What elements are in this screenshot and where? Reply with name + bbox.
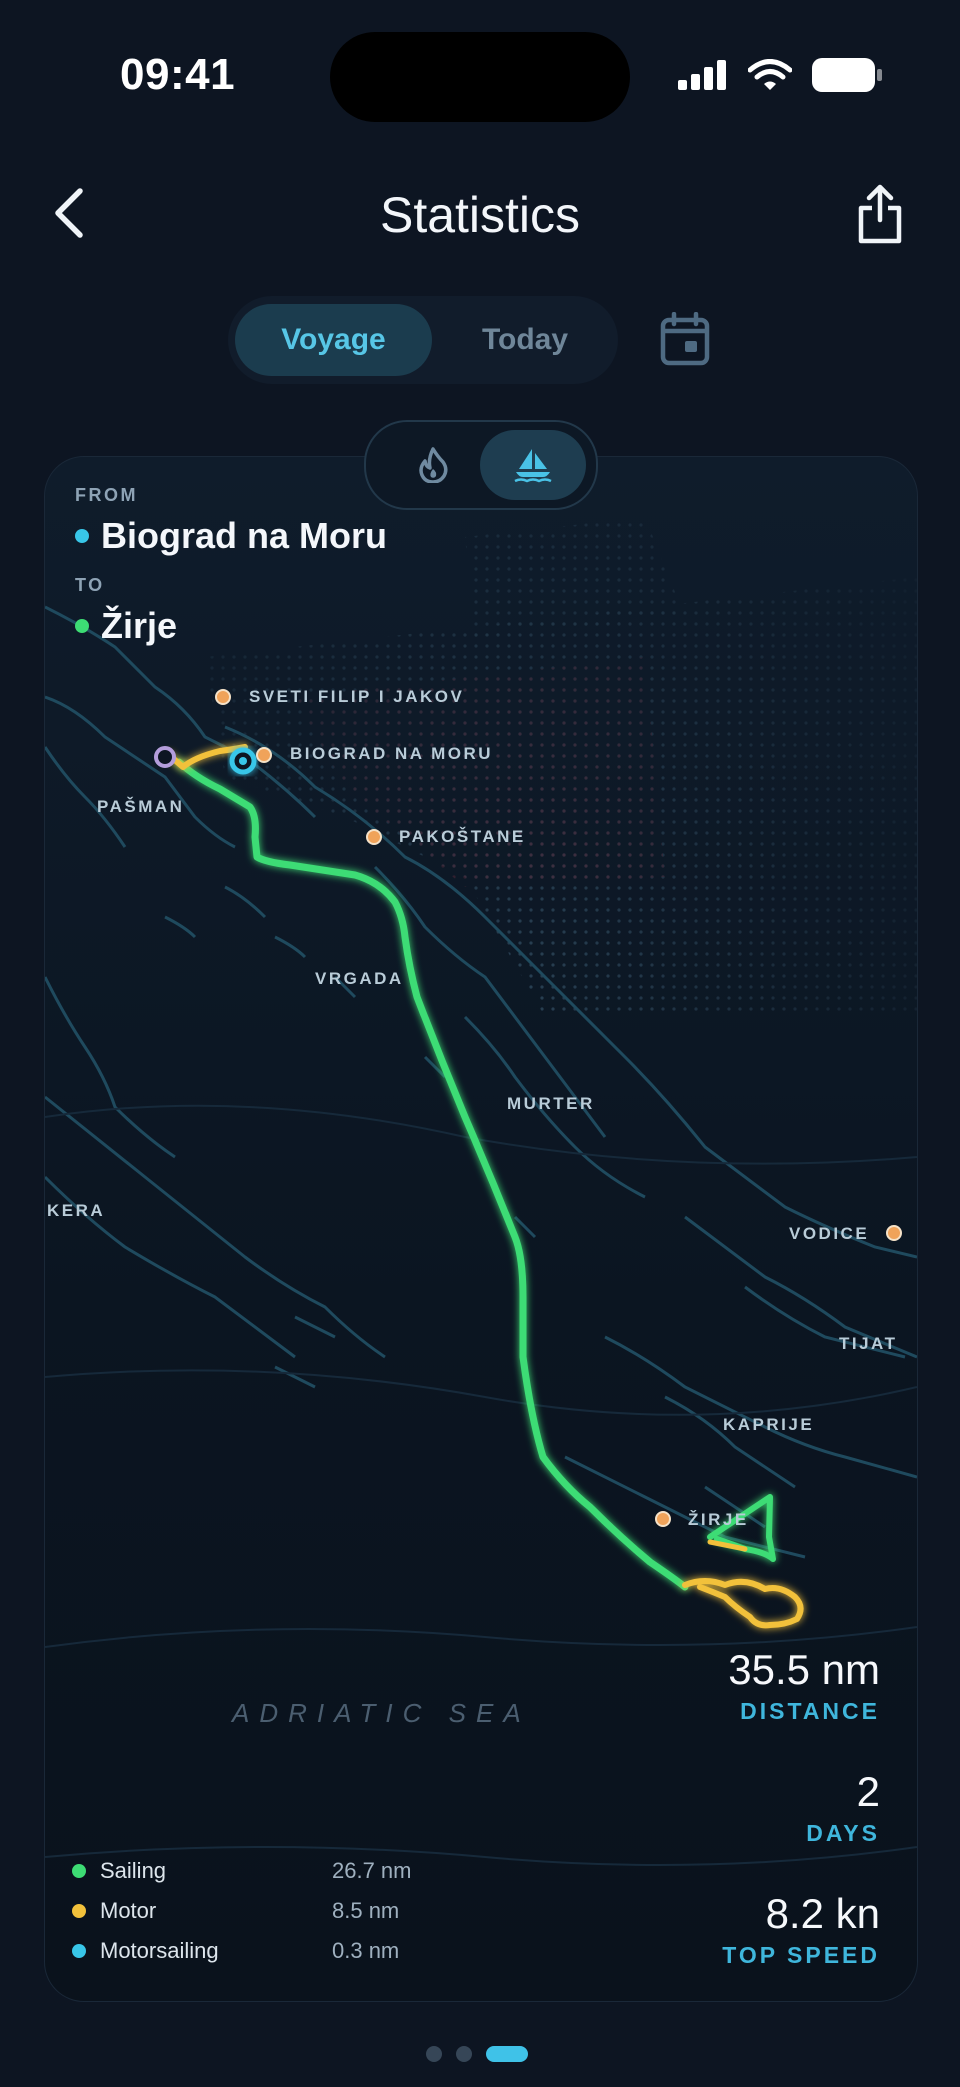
- page-dot-2[interactable]: [456, 2046, 472, 2062]
- share-icon[interactable]: [856, 184, 904, 244]
- map-label-murter: MURTER: [507, 1094, 595, 1113]
- map-label-pakostane: PAKOŠTANE: [399, 827, 526, 846]
- dynamic-island: [330, 32, 630, 122]
- stat-distance-label: DISTANCE: [740, 1698, 880, 1724]
- period-segmented-control: Voyage Today: [228, 296, 618, 384]
- sailboat-icon: [514, 449, 552, 483]
- route-mode-button[interactable]: [480, 430, 586, 500]
- from-label: FROM: [75, 485, 138, 505]
- stat-top-speed-label: TOP SPEED: [722, 1942, 880, 1968]
- stat-distance-value: 35.5 nm: [728, 1646, 880, 1693]
- heatmap-mode-button[interactable]: [388, 436, 478, 494]
- map-label-vodice: VODICE: [789, 1224, 870, 1243]
- legend-dot-motor: [72, 1904, 86, 1918]
- battery-icon: [812, 58, 882, 92]
- map-label-kera: KERA: [47, 1201, 106, 1220]
- map-label-tijat: TIJAT: [839, 1334, 898, 1353]
- swell-lines: [45, 1104, 917, 1866]
- page-dot-1[interactable]: [426, 2046, 442, 2062]
- from-dot: [75, 529, 89, 543]
- stat-days-label: DAYS: [806, 1820, 880, 1846]
- map-label-pasman: PAŠMAN: [97, 797, 185, 816]
- from-place: Biograd na Moru: [75, 515, 387, 557]
- legend-value: 8.5 nm: [332, 1898, 400, 1923]
- cellular-signal-icon: [678, 60, 726, 90]
- legend-name: Motor: [100, 1898, 157, 1923]
- map-mode-toggle: [364, 420, 598, 510]
- voyage-map[interactable]: [45, 457, 917, 2001]
- calendar-icon[interactable]: [660, 312, 710, 366]
- to-label: TO: [75, 575, 105, 595]
- to-dot: [75, 619, 89, 633]
- from-place-name: Biograd na Moru: [101, 515, 387, 556]
- page-title: Statistics: [379, 187, 581, 243]
- to-place: Žirje: [75, 605, 177, 647]
- status-time: 09:41: [120, 50, 236, 99]
- legend-dot-motorsailing: [72, 1944, 86, 1958]
- stat-top-speed-value: 8.2 kn: [765, 1890, 880, 1937]
- map-label-sveti-filip: SVETI FILIP I JAKOV: [249, 687, 465, 706]
- stat-days-value: 2: [856, 1768, 880, 1815]
- wifi-icon: [748, 59, 792, 90]
- legend-item-sailing: Sailing 26.7 nm: [72, 1858, 412, 1884]
- flame-icon: [419, 447, 448, 483]
- map-label-kaprije: KAPRIJE: [723, 1415, 815, 1434]
- map-label-adriatic-sea: ADRIATIC SEA: [232, 1698, 531, 1728]
- legend-item-motorsailing: Motorsailing 0.3 nm: [72, 1938, 399, 1964]
- legend-value: 26.7 nm: [332, 1858, 412, 1883]
- page-dot-3[interactable]: [486, 2046, 528, 2062]
- voyage-map-card: FROM Biograd na Moru TO Žirje SVETI FILI…: [44, 456, 918, 2002]
- legend-name: Sailing: [100, 1858, 167, 1883]
- start-marker: [154, 746, 176, 768]
- status-icons: [678, 58, 882, 92]
- legend-name: Motorsailing: [100, 1938, 219, 1963]
- page-indicator: [426, 2046, 528, 2062]
- tab-voyage[interactable]: Voyage: [235, 304, 432, 376]
- legend-item-motor: Motor 8.5 nm: [72, 1898, 399, 1924]
- to-place-name: Žirje: [101, 605, 178, 646]
- map-label-biograd: BIOGRAD NA MORU: [290, 744, 494, 763]
- route-motor-2: [707, 1539, 748, 1552]
- legend-value: 0.3 nm: [332, 1938, 400, 1963]
- map-label-vrgada: VRGADA: [315, 969, 404, 988]
- tab-today[interactable]: Today: [440, 304, 610, 376]
- heatmap-texture: [205, 517, 917, 1017]
- map-label-zirje: ŽIRJE: [688, 1510, 749, 1529]
- legend-dot-sailing: [72, 1864, 86, 1878]
